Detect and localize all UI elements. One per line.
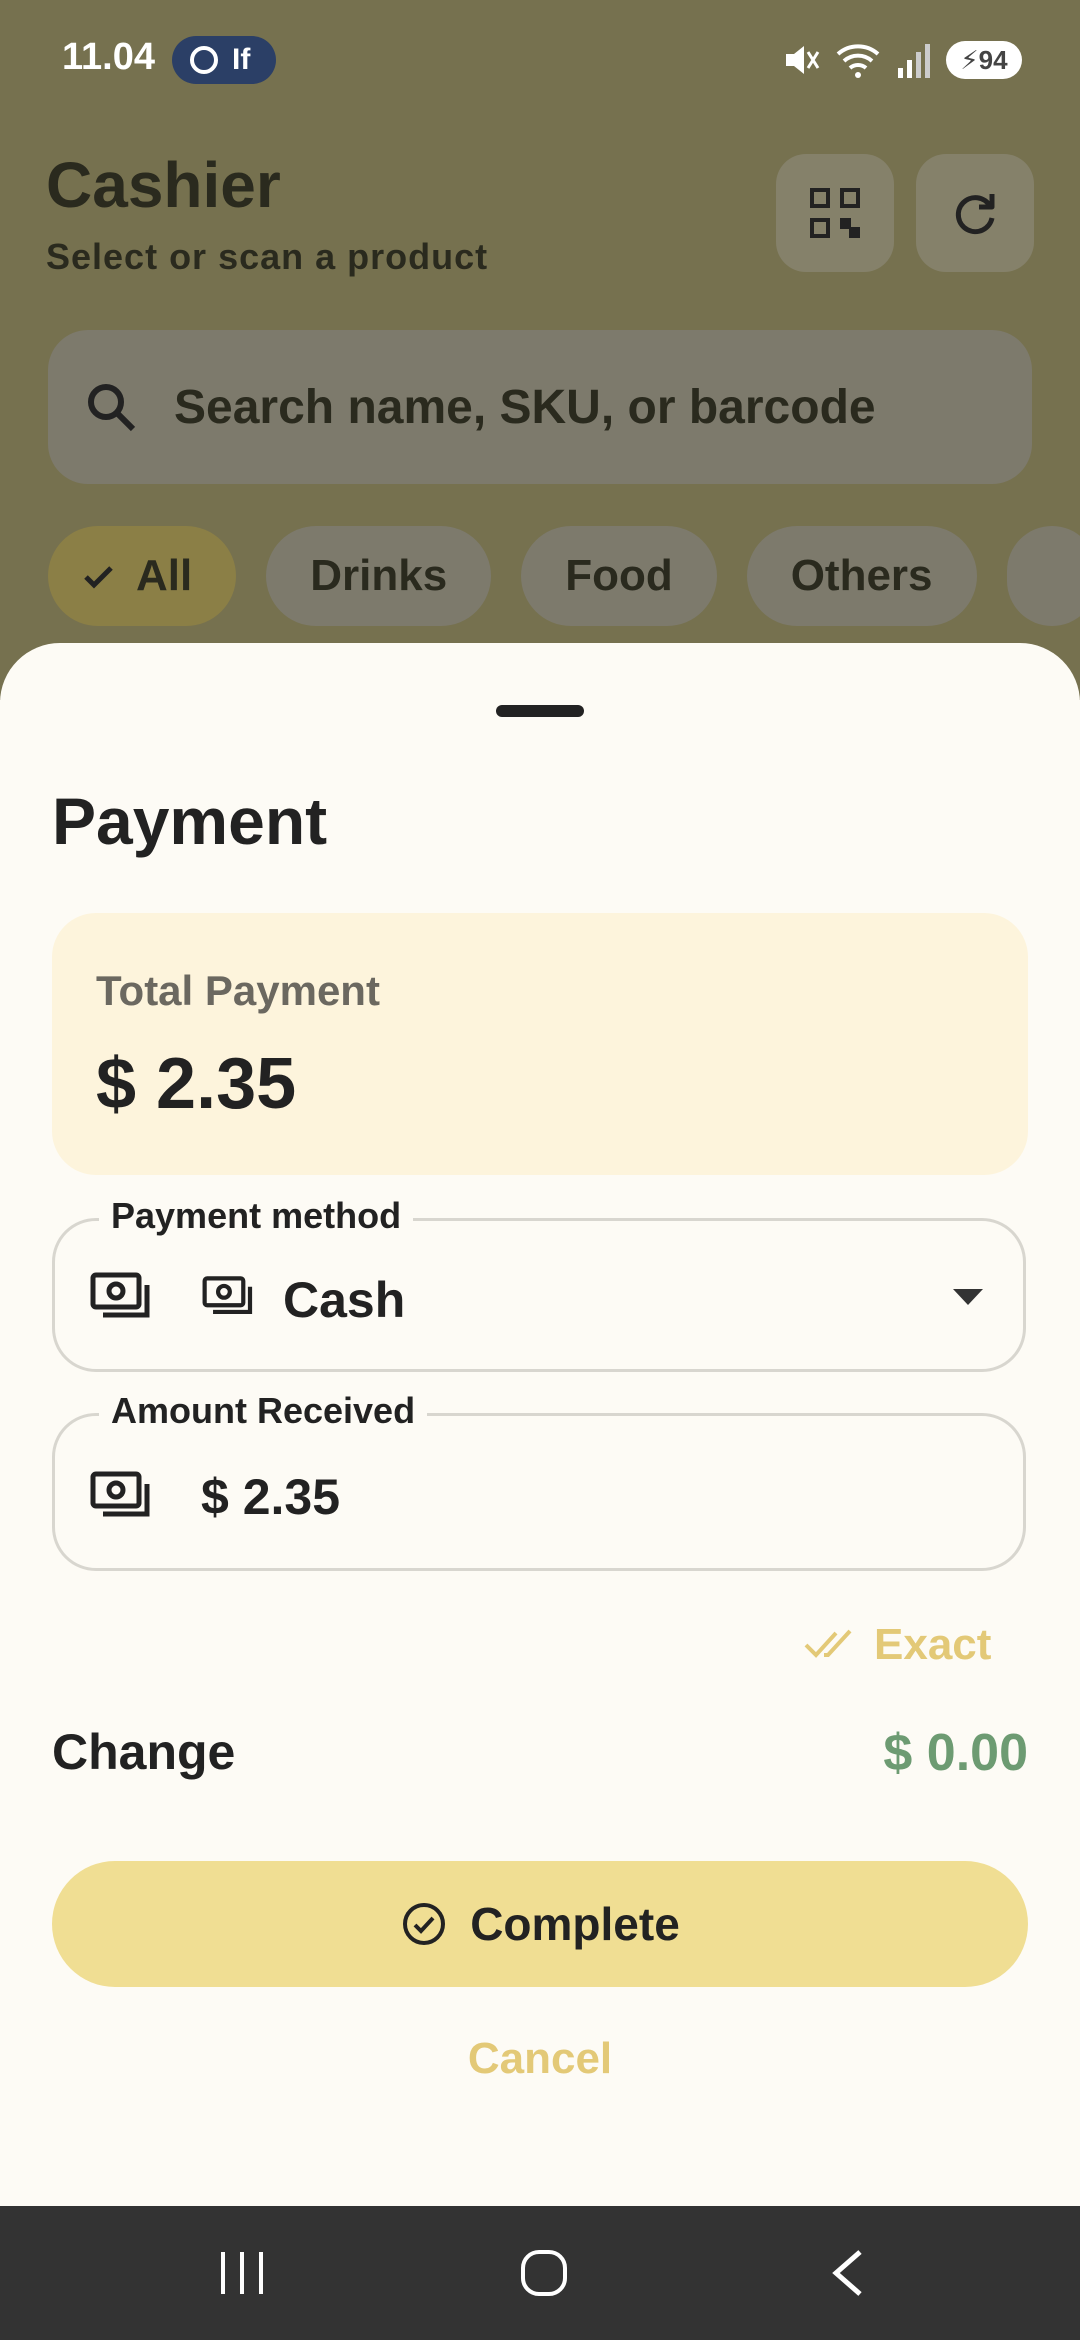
status-bar: 11.04 If ⚡ 94 <box>0 0 1080 118</box>
payment-method-select[interactable]: Payment method Cash <box>52 1195 1026 1372</box>
scan-qr-button[interactable] <box>776 154 894 272</box>
status-icons: ⚡ 94 <box>780 36 1022 84</box>
cash-icon <box>90 1471 150 1517</box>
mute-icon <box>786 46 820 74</box>
change-label: Change <box>52 1724 236 1780</box>
change-value: $ 0.00 <box>883 1724 1028 1782</box>
chip-label: Food <box>565 551 673 600</box>
recents-button[interactable] <box>172 2206 312 2340</box>
cash-icon <box>90 1272 150 1318</box>
refresh-button[interactable] <box>916 154 1034 272</box>
status-time: 11.04 <box>62 36 155 78</box>
wifi-icon <box>836 44 880 78</box>
battery-indicator: ⚡ 94 <box>946 41 1022 79</box>
qr-scan-icon <box>810 188 860 238</box>
chip-label: Others <box>790 551 933 600</box>
amount-received-field[interactable]: Amount Received $ 2.35 <box>52 1390 1026 1571</box>
page-subtitle: Select or scan a product <box>46 236 489 277</box>
refresh-icon <box>955 194 995 235</box>
chip-more[interactable] <box>1006 526 1080 626</box>
chip-label: Drinks <box>310 551 448 600</box>
sheet-drag-handle[interactable] <box>496 705 584 717</box>
system-nav-bar <box>0 2206 1080 2340</box>
check-icon <box>84 566 113 589</box>
back-icon <box>832 2250 862 2296</box>
category-chips: All Drinks Food Others <box>48 526 1080 626</box>
bolt-icon: ⚡ <box>960 44 979 75</box>
payment-method-label: Payment method <box>99 1195 414 1237</box>
exact-button[interactable]: Exact <box>804 1615 991 1675</box>
payment-method-value: Cash <box>283 1272 406 1328</box>
exact-label: Exact <box>874 1620 992 1669</box>
complete-button[interactable]: Complete <box>52 1861 1028 1987</box>
amount-received-value: $ 2.35 <box>201 1469 341 1525</box>
dropdown-arrow-icon <box>953 1289 983 1305</box>
chip-food[interactable]: Food <box>521 526 717 626</box>
signal-icon <box>898 44 930 78</box>
home-button[interactable] <box>474 2206 614 2340</box>
total-payment-label: Total Payment <box>96 967 380 1014</box>
sheet-title: Payment <box>52 784 328 858</box>
search-input[interactable]: Search name, SKU, or barcode <box>48 330 1032 484</box>
cash-icon <box>202 1276 253 1315</box>
back-button[interactable] <box>778 2206 918 2340</box>
chip-drinks[interactable]: Drinks <box>266 526 492 626</box>
page-title: Cashier <box>46 149 281 221</box>
search-icon <box>88 384 136 432</box>
total-payment-card: Total Payment $ 2.35 <box>52 913 1028 1175</box>
double-check-icon <box>804 1629 852 1658</box>
check-circle-icon <box>403 1903 446 1945</box>
cancel-button[interactable]: Cancel <box>0 2009 1080 2109</box>
chip-label: All <box>136 551 193 600</box>
app-pill-label: If <box>232 43 251 76</box>
chip-all[interactable]: All <box>48 526 237 626</box>
cancel-label: Cancel <box>467 2034 613 2083</box>
complete-label: Complete <box>470 1898 680 1950</box>
recents-icon <box>221 2252 263 2294</box>
total-payment-value: $ 2.35 <box>96 1044 297 1124</box>
home-icon <box>521 2250 567 2296</box>
record-icon <box>190 46 218 74</box>
app-pill: If <box>172 36 276 84</box>
chip-others[interactable]: Others <box>746 526 977 626</box>
battery-level: 94 <box>978 44 1008 75</box>
payment-sheet: Payment Total Payment $ 2.35 Payment met… <box>0 643 1080 2206</box>
amount-received-label: Amount Received <box>99 1390 428 1432</box>
search-placeholder: Search name, SKU, or barcode <box>174 380 876 434</box>
